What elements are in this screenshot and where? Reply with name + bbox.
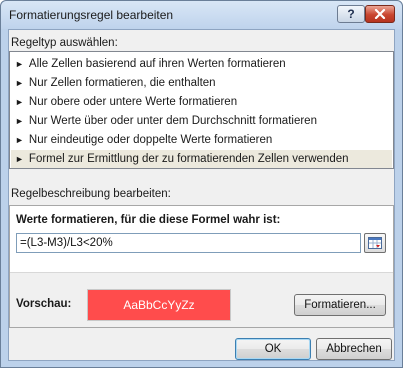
formula-section: Werte formatieren, für die diese Formel … (10, 206, 393, 273)
list-item[interactable]: ► Nur Zellen formatieren, die enthalten (11, 74, 392, 92)
dialog-title: Formatierungsregel bearbeiten (9, 8, 174, 22)
list-item-label: Formel zur Ermittlung der zu formatieren… (28, 153, 349, 165)
preview-label: Vorschau: (16, 298, 72, 310)
triangle-right-icon: ► (15, 78, 24, 88)
close-button[interactable] (365, 5, 395, 23)
triangle-right-icon: ► (15, 97, 24, 107)
preview-sample-text: AaBbCcYyZz (123, 298, 195, 312)
rule-type-list[interactable]: ► Alle Zellen basierend auf ihren Werten… (9, 51, 394, 169)
help-button[interactable]: ? (337, 5, 365, 23)
list-item-label: Nur Zellen formatieren, die enthalten (28, 77, 216, 89)
format-button[interactable]: Formatieren... (294, 294, 386, 316)
list-item[interactable]: ► Nur Werte über oder unter dem Durchsch… (11, 112, 392, 130)
help-icon: ? (347, 7, 355, 21)
collapse-dialog-icon (368, 237, 382, 249)
ok-button[interactable]: OK (235, 338, 311, 360)
collapse-dialog-button[interactable] (364, 233, 386, 253)
formula-heading: Werte formatieren, für die diese Formel … (16, 214, 281, 226)
rule-description-label: Regelbeschreibung bearbeiten: (11, 188, 171, 200)
close-icon (374, 9, 386, 19)
rule-description-panel: Werte formatieren, für die diese Formel … (9, 205, 394, 328)
list-item-label: Nur obere oder untere Werte formatieren (28, 96, 238, 108)
triangle-right-icon: ► (15, 154, 24, 164)
format-preview: AaBbCcYyZz (87, 289, 231, 321)
triangle-right-icon: ► (15, 116, 24, 126)
list-item-label: Alle Zellen basierend auf ihren Werten f… (28, 58, 286, 70)
list-item[interactable]: ► Nur eindeutige oder doppelte Werte for… (11, 131, 392, 149)
dialog-window: Formatierungsregel bearbeiten ? Regeltyp… (0, 0, 403, 368)
dialog-client-area: Regeltyp auswählen: ► Alle Zellen basier… (8, 29, 395, 361)
list-item[interactable]: ► Alle Zellen basierend auf ihren Werten… (11, 55, 392, 73)
triangle-right-icon: ► (15, 135, 24, 145)
cancel-button[interactable]: Abbrechen (316, 338, 392, 360)
list-item-selected[interactable]: ► Formel zur Ermittlung der zu formatier… (11, 150, 392, 168)
title-bar[interactable]: Formatierungsregel bearbeiten ? (1, 1, 402, 29)
list-item-label: Nur eindeutige oder doppelte Werte forma… (28, 134, 273, 146)
formula-input[interactable] (16, 233, 361, 253)
list-item[interactable]: ► Nur obere oder untere Werte formatiere… (11, 93, 392, 111)
rule-type-label: Regeltyp auswählen: (11, 37, 118, 49)
triangle-right-icon: ► (15, 59, 24, 69)
list-item-label: Nur Werte über oder unter dem Durchschni… (28, 115, 317, 127)
